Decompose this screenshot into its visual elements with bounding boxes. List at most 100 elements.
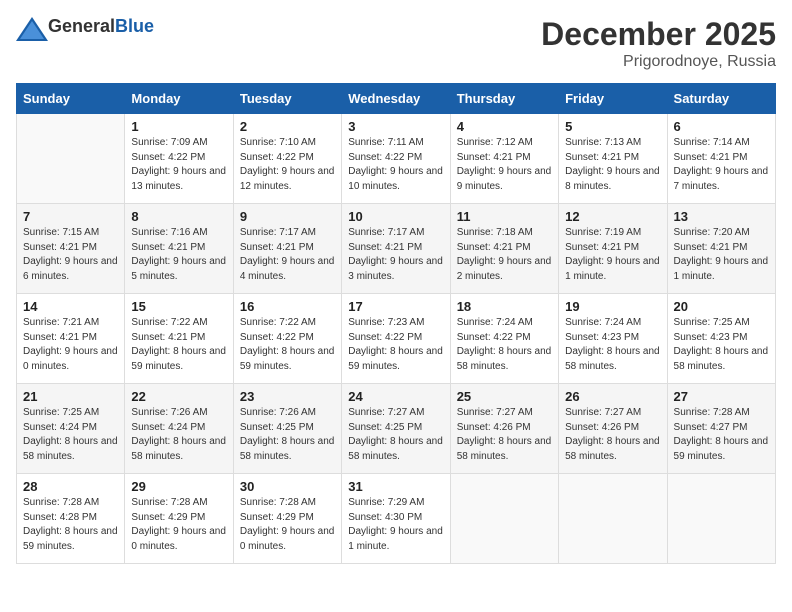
calendar-cell: 9 Sunrise: 7:17 AMSunset: 4:21 PMDaylight… xyxy=(233,204,341,294)
weekday-header-monday: Monday xyxy=(125,84,233,114)
day-info: Sunrise: 7:26 AMSunset: 4:24 PMDaylight:… xyxy=(131,406,226,464)
day-info: Sunrise: 7:19 AMSunset: 4:21 PMDaylight:… xyxy=(565,226,660,284)
week-row-1: 1Sunrise: 7:09 AMSunset: 4:22 PMDaylight… xyxy=(17,114,776,204)
weekday-header-tuesday: Tuesday xyxy=(233,84,341,114)
day-number: 7 xyxy=(23,209,118,224)
calendar-cell: 7 Sunrise: 7:15 AMSunset: 4:21 PMDaylight… xyxy=(17,204,125,294)
logo: GeneralBlue xyxy=(16,16,154,37)
day-number: 25 xyxy=(457,389,552,404)
day-number: 8 xyxy=(131,209,226,224)
day-info: Sunrise: 7:22 AMSunset: 4:21 PMDaylight:… xyxy=(131,316,226,374)
calendar-table: SundayMondayTuesdayWednesdayThursdayFrid… xyxy=(16,83,776,564)
day-number: 16 xyxy=(240,299,335,314)
day-info: Sunrise: 7:13 AMSunset: 4:21 PMDaylight:… xyxy=(565,136,660,194)
weekday-header-saturday: Saturday xyxy=(667,84,775,114)
week-row-3: 14 Sunrise: 7:21 AMSunset: 4:21 PMDayligh… xyxy=(17,294,776,384)
day-number: 5 xyxy=(565,119,660,134)
day-number: 18 xyxy=(457,299,552,314)
day-number: 24 xyxy=(348,389,443,404)
week-row-2: 7 Sunrise: 7:15 AMSunset: 4:21 PMDaylight… xyxy=(17,204,776,294)
calendar-cell xyxy=(667,474,775,564)
calendar-cell: 17 Sunrise: 7:23 AMSunset: 4:22 PMDayligh… xyxy=(342,294,450,384)
calendar-cell: 23 Sunrise: 7:26 AMSunset: 4:25 PMDayligh… xyxy=(233,384,341,474)
day-number: 22 xyxy=(131,389,226,404)
logo-blue: Blue xyxy=(115,16,154,36)
day-number: 13 xyxy=(674,209,769,224)
calendar-cell: 13 Sunrise: 7:20 AMSunset: 4:21 PMDayligh… xyxy=(667,204,775,294)
day-info: Sunrise: 7:10 AMSunset: 4:22 PMDaylight:… xyxy=(240,136,335,194)
day-number: 9 xyxy=(240,209,335,224)
day-info: Sunrise: 7:11 AMSunset: 4:22 PMDaylight:… xyxy=(348,136,443,194)
day-info: Sunrise: 7:21 AMSunset: 4:21 PMDaylight:… xyxy=(23,316,118,374)
calendar-cell: 5 Sunrise: 7:13 AMSunset: 4:21 PMDaylight… xyxy=(559,114,667,204)
day-number: 23 xyxy=(240,389,335,404)
calendar-cell: 1Sunrise: 7:09 AMSunset: 4:22 PMDaylight… xyxy=(125,114,233,204)
day-info: Sunrise: 7:17 AMSunset: 4:21 PMDaylight:… xyxy=(348,226,443,284)
calendar-cell: 19Sunrise: 7:24 AMSunset: 4:23 PMDayligh… xyxy=(559,294,667,384)
calendar-cell: 18 Sunrise: 7:24 AMSunset: 4:22 PMDayligh… xyxy=(450,294,558,384)
week-row-4: 21 Sunrise: 7:25 AMSunset: 4:24 PMDayligh… xyxy=(17,384,776,474)
calendar-cell: 4 Sunrise: 7:12 AMSunset: 4:21 PMDaylight… xyxy=(450,114,558,204)
calendar-cell xyxy=(450,474,558,564)
day-number: 31 xyxy=(348,479,443,494)
page-header: GeneralBlue December 2025 Prigorodnoye, … xyxy=(16,16,776,71)
calendar-cell: 16Sunrise: 7:22 AMSunset: 4:22 PMDayligh… xyxy=(233,294,341,384)
calendar-cell: 22 Sunrise: 7:26 AMSunset: 4:24 PMDayligh… xyxy=(125,384,233,474)
day-info: Sunrise: 7:25 AMSunset: 4:23 PMDaylight:… xyxy=(674,316,769,374)
day-info: Sunrise: 7:09 AMSunset: 4:22 PMDaylight:… xyxy=(131,136,226,194)
day-number: 6 xyxy=(674,119,769,134)
calendar-cell: 25 Sunrise: 7:27 AMSunset: 4:26 PMDayligh… xyxy=(450,384,558,474)
day-number: 4 xyxy=(457,119,552,134)
title-block: December 2025 Prigorodnoye, Russia xyxy=(541,16,776,71)
calendar-cell xyxy=(17,114,125,204)
day-info: Sunrise: 7:14 AMSunset: 4:21 PMDaylight:… xyxy=(674,136,769,194)
day-info: Sunrise: 7:27 AMSunset: 4:26 PMDaylight:… xyxy=(457,406,552,464)
calendar-cell: 2 Sunrise: 7:10 AMSunset: 4:22 PMDaylight… xyxy=(233,114,341,204)
calendar-cell: 6 Sunrise: 7:14 AMSunset: 4:21 PMDaylight… xyxy=(667,114,775,204)
day-number: 21 xyxy=(23,389,118,404)
day-info: Sunrise: 7:26 AMSunset: 4:25 PMDaylight:… xyxy=(240,406,335,464)
weekday-header-row: SundayMondayTuesdayWednesdayThursdayFrid… xyxy=(17,84,776,114)
day-info: Sunrise: 7:24 AMSunset: 4:22 PMDaylight:… xyxy=(457,316,552,374)
calendar-cell: 31 Sunrise: 7:29 AMSunset: 4:30 PMDayligh… xyxy=(342,474,450,564)
day-number: 12 xyxy=(565,209,660,224)
day-number: 10 xyxy=(348,209,443,224)
day-number: 2 xyxy=(240,119,335,134)
day-info: Sunrise: 7:16 AMSunset: 4:21 PMDaylight:… xyxy=(131,226,226,284)
day-info: Sunrise: 7:24 AMSunset: 4:23 PMDaylight:… xyxy=(565,316,660,374)
day-info: Sunrise: 7:28 AMSunset: 4:28 PMDaylight:… xyxy=(23,496,118,554)
day-number: 28 xyxy=(23,479,118,494)
day-info: Sunrise: 7:12 AMSunset: 4:21 PMDaylight:… xyxy=(457,136,552,194)
day-number: 20 xyxy=(674,299,769,314)
weekday-header-friday: Friday xyxy=(559,84,667,114)
calendar-cell: 11 Sunrise: 7:18 AMSunset: 4:21 PMDayligh… xyxy=(450,204,558,294)
day-number: 11 xyxy=(457,209,552,224)
logo-general: General xyxy=(48,16,115,36)
day-info: Sunrise: 7:27 AMSunset: 4:25 PMDaylight:… xyxy=(348,406,443,464)
month-title: December 2025 xyxy=(541,16,776,53)
day-number: 17 xyxy=(348,299,443,314)
calendar-cell: 26Sunrise: 7:27 AMSunset: 4:26 PMDayligh… xyxy=(559,384,667,474)
day-info: Sunrise: 7:25 AMSunset: 4:24 PMDaylight:… xyxy=(23,406,118,464)
day-number: 29 xyxy=(131,479,226,494)
day-info: Sunrise: 7:15 AMSunset: 4:21 PMDaylight:… xyxy=(23,226,118,284)
day-info: Sunrise: 7:23 AMSunset: 4:22 PMDaylight:… xyxy=(348,316,443,374)
calendar-cell: 28 Sunrise: 7:28 AMSunset: 4:28 PMDayligh… xyxy=(17,474,125,564)
calendar-cell: 20 Sunrise: 7:25 AMSunset: 4:23 PMDayligh… xyxy=(667,294,775,384)
calendar-cell: 15 Sunrise: 7:22 AMSunset: 4:21 PMDayligh… xyxy=(125,294,233,384)
day-info: Sunrise: 7:28 AMSunset: 4:29 PMDaylight:… xyxy=(240,496,335,554)
logo-icon xyxy=(16,17,44,37)
calendar-cell: 10 Sunrise: 7:17 AMSunset: 4:21 PMDayligh… xyxy=(342,204,450,294)
day-info: Sunrise: 7:17 AMSunset: 4:21 PMDaylight:… xyxy=(240,226,335,284)
day-info: Sunrise: 7:29 AMSunset: 4:30 PMDaylight:… xyxy=(348,496,443,554)
day-info: Sunrise: 7:20 AMSunset: 4:21 PMDaylight:… xyxy=(674,226,769,284)
calendar-cell: 8 Sunrise: 7:16 AMSunset: 4:21 PMDaylight… xyxy=(125,204,233,294)
calendar-cell xyxy=(559,474,667,564)
day-info: Sunrise: 7:28 AMSunset: 4:27 PMDaylight:… xyxy=(674,406,769,464)
calendar-cell: 24 Sunrise: 7:27 AMSunset: 4:25 PMDayligh… xyxy=(342,384,450,474)
day-info: Sunrise: 7:18 AMSunset: 4:21 PMDaylight:… xyxy=(457,226,552,284)
calendar-cell: 12 Sunrise: 7:19 AMSunset: 4:21 PMDayligh… xyxy=(559,204,667,294)
day-number: 15 xyxy=(131,299,226,314)
logo-text: GeneralBlue xyxy=(48,16,154,37)
day-number: 14 xyxy=(23,299,118,314)
